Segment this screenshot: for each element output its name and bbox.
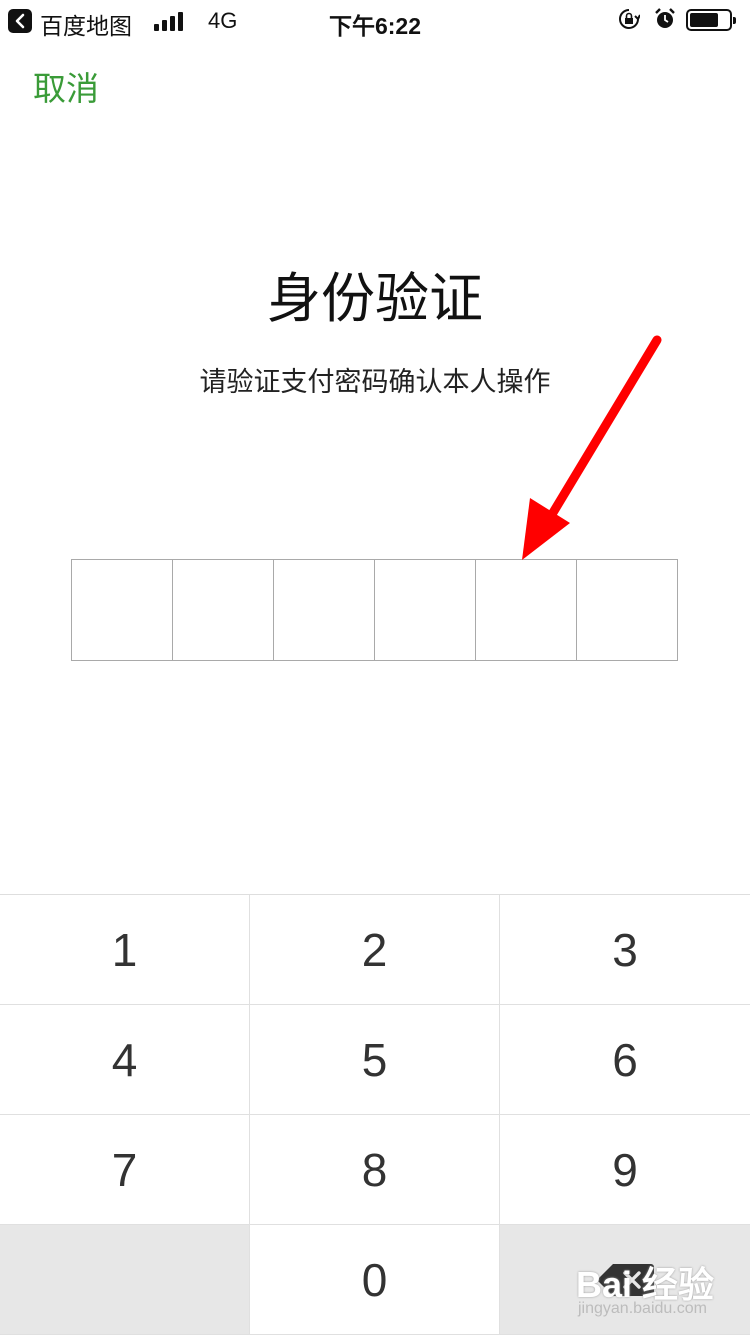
cancel-button[interactable]: 取消 (33, 62, 99, 110)
key-8[interactable]: 8 (250, 1115, 500, 1225)
key-5[interactable]: 5 (250, 1005, 500, 1115)
key-6[interactable]: 6 (500, 1005, 750, 1115)
password-digit-box[interactable] (72, 560, 173, 660)
rotation-lock-icon (619, 9, 640, 29)
backspace-icon (597, 1263, 654, 1296)
alarm-icon (655, 8, 675, 28)
password-input[interactable] (71, 559, 678, 661)
key-9[interactable]: 9 (500, 1115, 750, 1225)
password-digit-box[interactable] (274, 560, 375, 660)
key-2[interactable]: 2 (250, 895, 500, 1005)
key-7[interactable]: 7 (0, 1115, 250, 1225)
page-title: 身份验证 (267, 269, 483, 329)
key-0[interactable]: 0 (250, 1225, 500, 1335)
password-digit-box[interactable] (577, 560, 677, 660)
key-blank (0, 1225, 250, 1335)
key-4[interactable]: 4 (0, 1005, 250, 1115)
battery-icon (686, 9, 736, 31)
password-digit-box[interactable] (173, 560, 274, 660)
key-3[interactable]: 3 (500, 895, 750, 1005)
password-digit-box[interactable] (375, 560, 476, 660)
numeric-keypad: 1 2 3 4 5 6 7 8 9 0 (0, 894, 750, 1335)
key-1[interactable]: 1 (0, 895, 250, 1005)
status-bar: 百度地图 4G 下午6:22 (0, 0, 750, 40)
page-subtitle: 请验证支付密码确认本人操作 (199, 367, 551, 397)
password-digit-box[interactable] (476, 560, 577, 660)
delete-button[interactable] (500, 1225, 750, 1335)
